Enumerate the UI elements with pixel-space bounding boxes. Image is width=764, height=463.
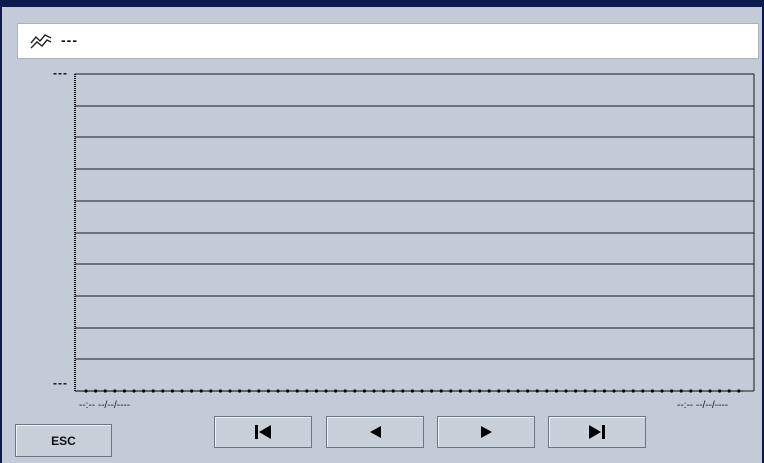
x-axis-tick bbox=[238, 389, 242, 393]
x-axis-tick bbox=[410, 389, 414, 393]
x-axis-tick bbox=[142, 389, 146, 393]
x-axis-tick bbox=[84, 389, 88, 393]
next-page-button[interactable] bbox=[437, 416, 535, 448]
x-axis-tick bbox=[161, 389, 165, 393]
x-axis-tick bbox=[343, 389, 347, 393]
x-axis-tick bbox=[151, 389, 155, 393]
x-axis-tick bbox=[545, 389, 549, 393]
x-axis-tick bbox=[353, 389, 357, 393]
x-axis-tick bbox=[257, 389, 261, 393]
x-axis-tick bbox=[535, 389, 539, 393]
esc-button[interactable]: ESC bbox=[15, 424, 112, 457]
x-axis-tick bbox=[622, 389, 626, 393]
x-axis-tick bbox=[487, 389, 491, 393]
x-axis-start-label: --:-- --/--/---- bbox=[79, 400, 131, 411]
x-axis-tick bbox=[574, 389, 578, 393]
x-axis-tick bbox=[439, 389, 443, 393]
x-axis-tick bbox=[478, 389, 482, 393]
x-axis-tick bbox=[526, 389, 530, 393]
x-axis-tick bbox=[670, 389, 674, 393]
x-axis-tick bbox=[401, 389, 405, 393]
x-axis-tick bbox=[564, 389, 568, 393]
previous-page-button[interactable] bbox=[326, 416, 424, 448]
x-axis-tick bbox=[103, 389, 107, 393]
x-axis-tick bbox=[324, 389, 328, 393]
x-axis-tick bbox=[295, 389, 299, 393]
previous-icon bbox=[370, 426, 381, 438]
x-axis-tick bbox=[314, 389, 318, 393]
x-axis-tick bbox=[199, 389, 203, 393]
x-axis-tick bbox=[391, 389, 395, 393]
first-page-button[interactable] bbox=[214, 416, 312, 448]
x-axis-tick bbox=[650, 389, 655, 393]
x-axis-tick bbox=[334, 389, 338, 393]
x-axis-tick bbox=[516, 389, 520, 393]
x-axis-tick bbox=[727, 389, 731, 393]
x-axis-tick bbox=[382, 389, 386, 393]
grid-lines bbox=[75, 73, 755, 392]
x-axis-tick bbox=[449, 389, 453, 393]
x-axis-tick bbox=[679, 389, 683, 393]
x-axis-tick bbox=[737, 389, 741, 393]
x-axis-tick bbox=[113, 389, 117, 393]
x-axis-tick bbox=[218, 389, 222, 393]
x-axis-tick bbox=[554, 389, 559, 393]
trend-plot bbox=[74, 73, 755, 393]
x-axis-tick bbox=[602, 389, 607, 393]
x-axis-tick bbox=[362, 389, 366, 393]
x-axis-tick bbox=[593, 389, 597, 393]
x-axis-tick bbox=[458, 389, 462, 393]
x-axis-tick bbox=[612, 389, 616, 393]
x-axis-tick bbox=[228, 389, 232, 393]
y-axis-max-label: --- bbox=[53, 66, 68, 80]
x-axis-tick bbox=[468, 389, 472, 393]
x-axis-tick bbox=[660, 389, 664, 393]
x-axis-tick bbox=[698, 389, 703, 393]
x-axis-tick bbox=[122, 389, 126, 393]
x-axis-tick bbox=[286, 389, 290, 393]
x-axis-tick bbox=[583, 389, 587, 393]
x-axis-tick bbox=[372, 389, 376, 393]
x-axis-tick bbox=[641, 389, 645, 393]
x-axis-tick bbox=[430, 389, 434, 393]
x-axis-tick bbox=[689, 389, 693, 393]
x-axis-tick bbox=[708, 389, 712, 393]
last-page-button[interactable] bbox=[548, 416, 646, 448]
next-icon bbox=[481, 426, 492, 438]
x-axis-tick bbox=[209, 389, 213, 393]
x-axis-tick bbox=[305, 389, 309, 393]
x-axis-tick bbox=[266, 389, 270, 393]
x-axis-tick bbox=[247, 389, 251, 393]
y-axis-min-label: --- bbox=[53, 376, 68, 390]
x-axis-tick bbox=[420, 389, 424, 393]
x-axis-tick bbox=[180, 389, 184, 393]
x-axis-tick bbox=[94, 389, 98, 393]
x-axis-tick bbox=[718, 389, 722, 393]
skip-last-icon bbox=[589, 425, 605, 439]
x-axis-tick bbox=[190, 389, 194, 393]
x-axis-tick bbox=[497, 389, 501, 393]
x-axis-tick bbox=[132, 389, 136, 393]
x-axis-tick bbox=[506, 389, 510, 393]
skip-first-icon bbox=[255, 425, 271, 439]
x-axis-tick bbox=[276, 389, 280, 393]
x-axis bbox=[75, 389, 744, 393]
x-axis-tick bbox=[631, 389, 635, 393]
x-axis-end-label: --:-- --/--/---- bbox=[677, 400, 729, 411]
x-axis-tick bbox=[170, 389, 174, 393]
